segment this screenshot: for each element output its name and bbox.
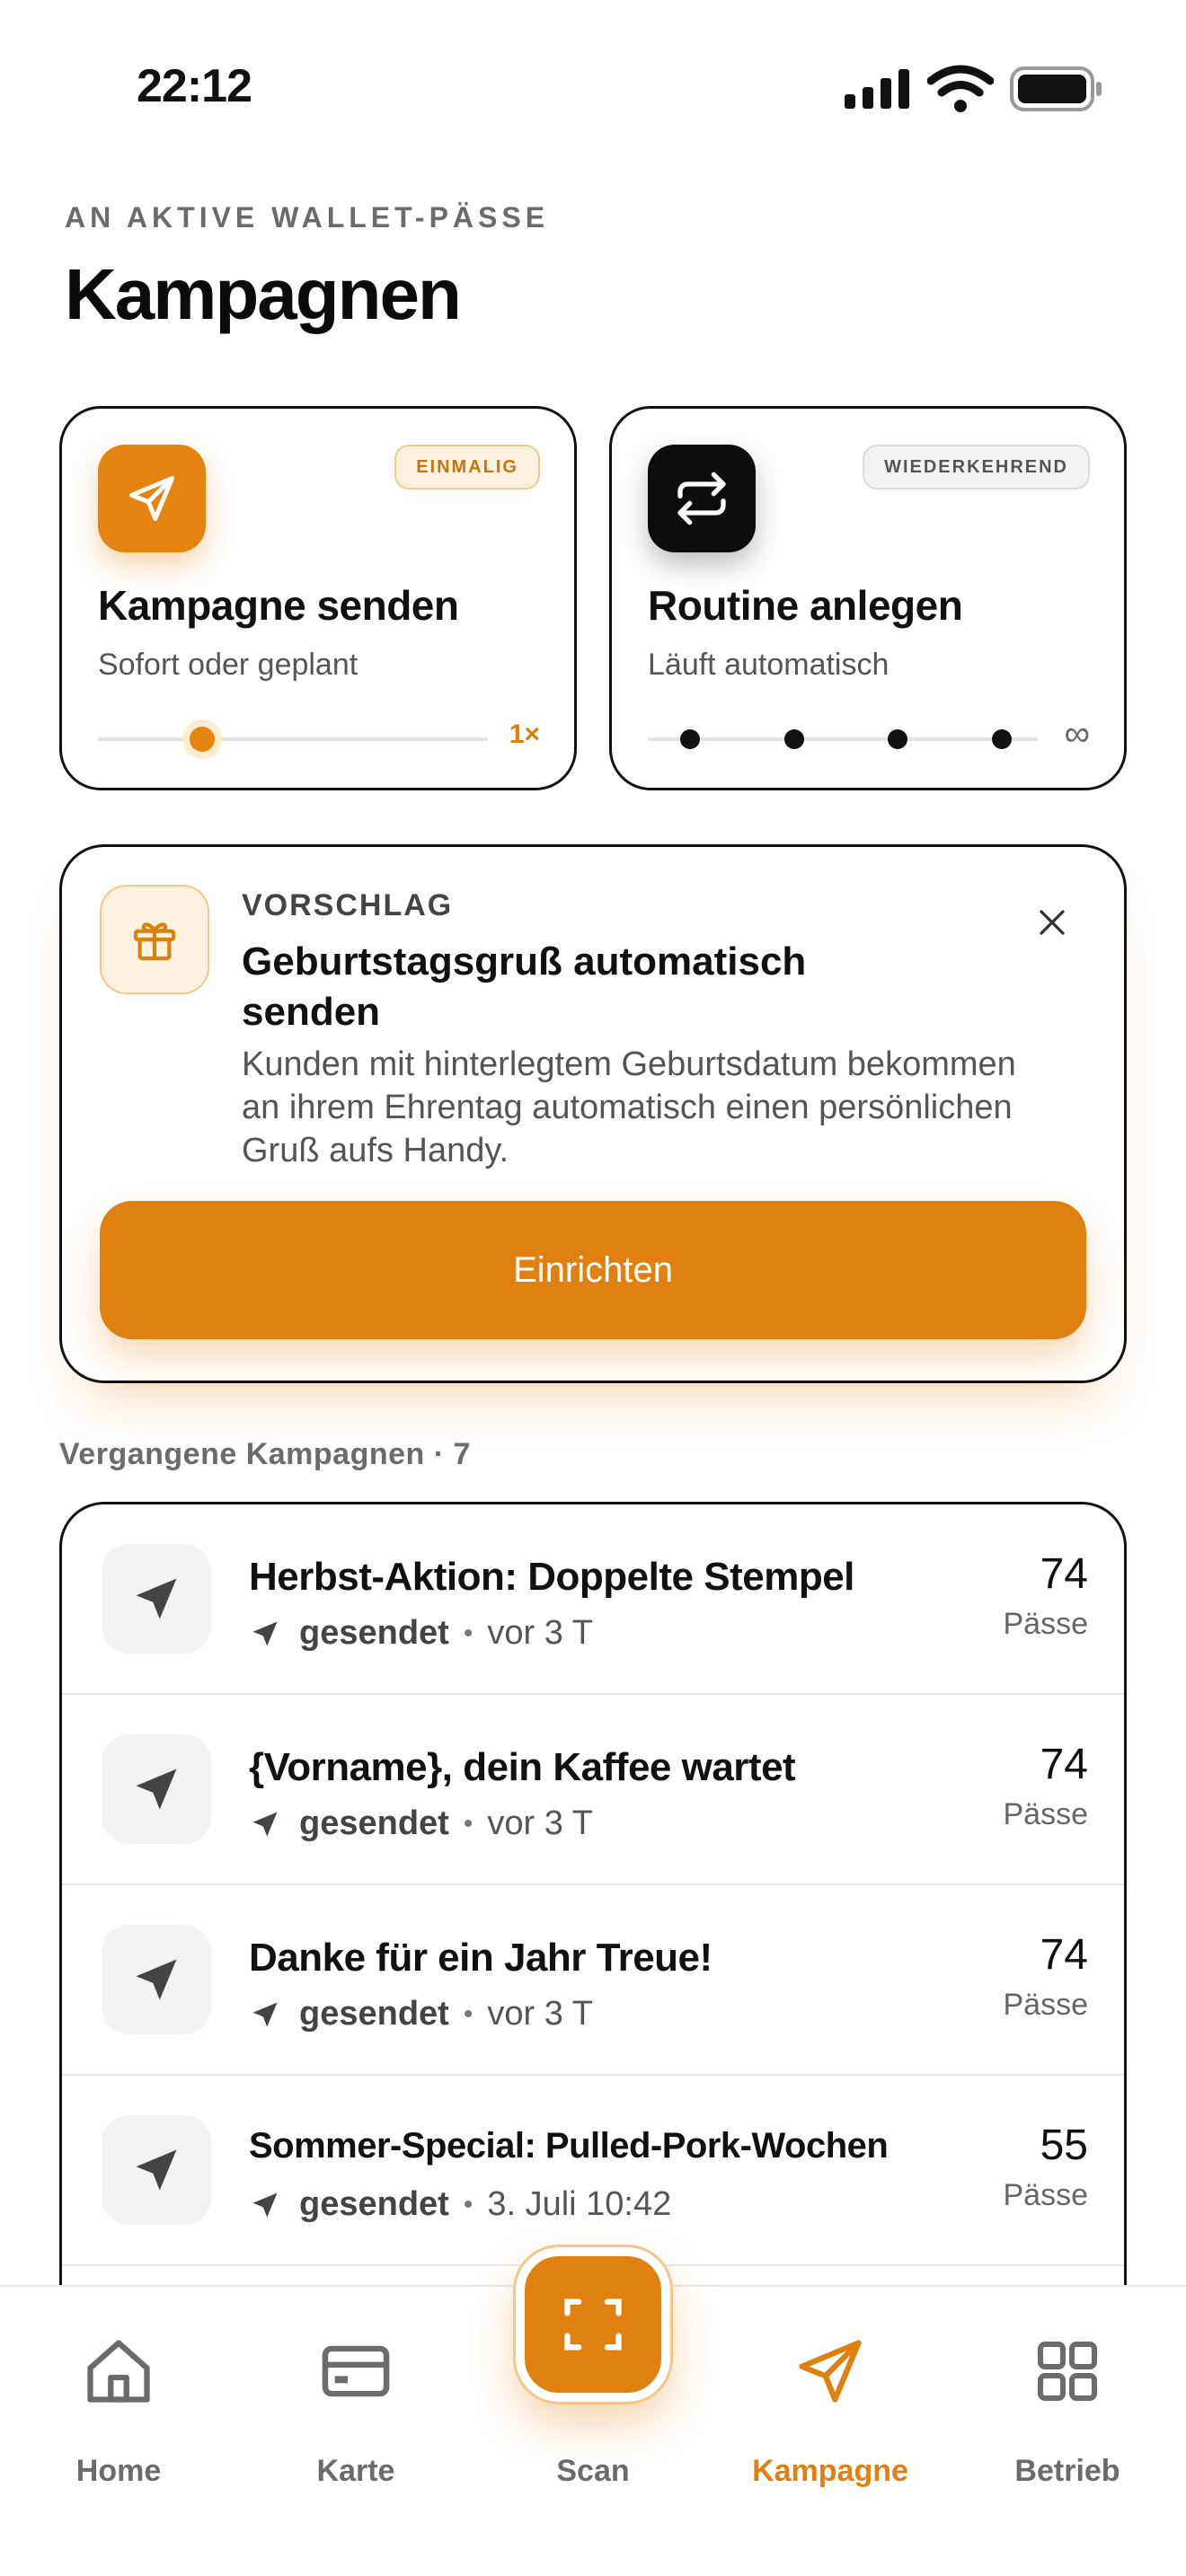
row-time: vor 3 T <box>487 1804 593 1842</box>
row-time: vor 3 T <box>487 1995 593 2033</box>
row-meta: gesendet • vor 3 T <box>249 1995 593 2033</box>
tab-business[interactable]: Betrieb <box>949 2287 1186 2576</box>
home-icon <box>75 2328 162 2414</box>
row-time: vor 3 T <box>487 1614 593 1652</box>
routine-card-subtitle: Läuft automatisch <box>648 648 890 682</box>
gift-icon-tile <box>100 885 209 994</box>
send-card-dot <box>190 727 215 752</box>
row-time: 3. Juli 10:42 <box>487 2185 672 2223</box>
battery-icon <box>1010 66 1102 111</box>
list-item[interactable]: Sommer-Special: Pulled-Pork-Wochen gesen… <box>62 2076 1124 2266</box>
send-card-icon-tile <box>98 445 206 552</box>
row-status: gesendet <box>299 1614 449 1652</box>
tab-label: Home <box>75 2454 162 2488</box>
routine-dot <box>888 729 907 749</box>
row-unit: Pässe <box>1003 1988 1089 2022</box>
cellular-signal-icon <box>845 69 909 109</box>
scan-button[interactable] <box>516 2247 670 2402</box>
row-count: 55 <box>1040 2122 1088 2169</box>
tab-label: Betrieb <box>1014 2454 1120 2488</box>
badge-recurring: WIEDERKEHREND <box>863 445 1090 490</box>
row-status: gesendet <box>299 1995 449 2033</box>
tab-campaign[interactable]: Kampagne <box>712 2287 949 2576</box>
row-unit: Pässe <box>1003 2178 1089 2212</box>
row-icon-tile <box>102 1925 211 2034</box>
list-item[interactable]: Herbst-Aktion: Doppelte Stempel gesendet… <box>62 1504 1124 1695</box>
paper-plane-icon <box>136 1959 177 2000</box>
badge-once: EINMALIG <box>394 445 540 490</box>
tab-card[interactable]: Karte <box>237 2287 474 2576</box>
close-icon <box>1040 910 1065 935</box>
row-unit: Pässe <box>1003 1797 1089 1831</box>
send-campaign-card[interactable]: EINMALIG Kampagne senden Sofort oder gep… <box>59 406 577 790</box>
routine-card-title: Routine anlegen <box>648 582 963 629</box>
row-meta: gesendet • vor 3 T <box>249 1804 593 1843</box>
row-status: gesendet <box>299 2185 449 2223</box>
row-status: gesendet <box>299 1804 449 1842</box>
paper-plane-icon <box>787 2328 873 2414</box>
paper-plane-icon <box>252 2002 278 2026</box>
tab-label: Scan <box>556 2454 630 2488</box>
row-count: 74 <box>1040 1931 1088 1979</box>
past-campaigns-list: Herbst-Aktion: Doppelte Stempel gesendet… <box>59 1502 1127 2310</box>
row-separator: • <box>463 2189 474 2219</box>
past-campaigns-label: Vergangene Kampagnen · 7 <box>59 1437 471 1471</box>
row-count: 74 <box>1040 1550 1088 1598</box>
setup-button[interactable]: Einrichten <box>100 1201 1086 1339</box>
routine-dot <box>992 729 1012 749</box>
row-title: Herbst-Aktion: Doppelte Stempel <box>249 1555 854 1599</box>
gift-icon <box>133 922 176 961</box>
scan-icon <box>564 2298 622 2351</box>
paper-plane-icon <box>136 2149 177 2191</box>
row-icon-tile <box>102 1734 211 1844</box>
status-time: 22:12 <box>137 60 252 112</box>
row-icon-tile <box>102 2115 211 2225</box>
paper-plane-icon <box>252 1812 278 1836</box>
suggestion-text: Kunden mit hinterlegtem Geburtsdatum bek… <box>242 1045 1016 1169</box>
row-title: Danke für ein Jahr Treue! <box>249 1936 712 1980</box>
row-separator: • <box>463 1998 474 2029</box>
row-separator: • <box>463 1808 474 1839</box>
paper-plane-icon <box>129 476 174 521</box>
tab-label: Kampagne <box>752 2454 908 2488</box>
paper-plane-icon <box>136 1578 177 1619</box>
repeat-icon <box>677 472 726 525</box>
tab-home[interactable]: Home <box>0 2287 237 2576</box>
suggestion-card: VORSCHLAG Geburtstagsgruß automatisch se… <box>59 844 1127 1383</box>
row-separator: • <box>463 1618 474 1648</box>
row-meta: gesendet • 3. Juli 10:42 <box>249 2185 671 2224</box>
routine-dot <box>680 729 700 749</box>
row-icon-tile <box>102 1544 211 1654</box>
wifi-icon <box>927 65 994 112</box>
list-item[interactable]: Danke für ein Jahr Treue! gesendet • vor… <box>62 1885 1124 2076</box>
paper-plane-icon <box>136 1769 177 1810</box>
suggestion-label: VORSCHLAG <box>242 888 454 922</box>
routine-card-icon-tile <box>648 445 756 552</box>
paper-plane-icon <box>252 1621 278 1645</box>
close-suggestion-button[interactable] <box>1031 901 1074 944</box>
page-eyebrow: AN AKTIVE WALLET-PÄSSE <box>65 201 550 234</box>
row-meta: gesendet • vor 3 T <box>249 1614 593 1653</box>
row-title: Sommer-Special: Pulled-Pork-Wochen <box>249 2126 889 2166</box>
suggestion-title: Geburtstagsgruß automatisch senden <box>242 940 807 1034</box>
paper-plane-icon <box>252 2192 278 2217</box>
routine-dot <box>784 729 804 749</box>
routine-card-count: ∞ <box>1064 714 1090 754</box>
row-count: 74 <box>1040 1741 1088 1788</box>
status-bar: 22:12 <box>0 0 1186 171</box>
row-unit: Pässe <box>1003 1607 1089 1641</box>
page-title: Kampagnen <box>65 254 462 334</box>
list-item[interactable]: {Vorname}, dein Kaffee wartet gesendet •… <box>62 1695 1124 1885</box>
tab-label: Karte <box>316 2454 395 2488</box>
row-title: {Vorname}, dein Kaffee wartet <box>249 1745 796 1789</box>
send-card-count: 1× <box>509 719 540 749</box>
send-card-title: Kampagne senden <box>98 582 459 629</box>
create-routine-card[interactable]: WIEDERKEHREND Routine anlegen Läuft auto… <box>609 406 1127 790</box>
status-icons <box>845 65 1103 113</box>
grid-icon <box>1024 2328 1111 2414</box>
card-icon <box>313 2328 399 2414</box>
routine-card-track <box>648 737 1038 741</box>
send-card-subtitle: Sofort oder geplant <box>98 648 358 682</box>
send-card-track <box>98 737 488 741</box>
